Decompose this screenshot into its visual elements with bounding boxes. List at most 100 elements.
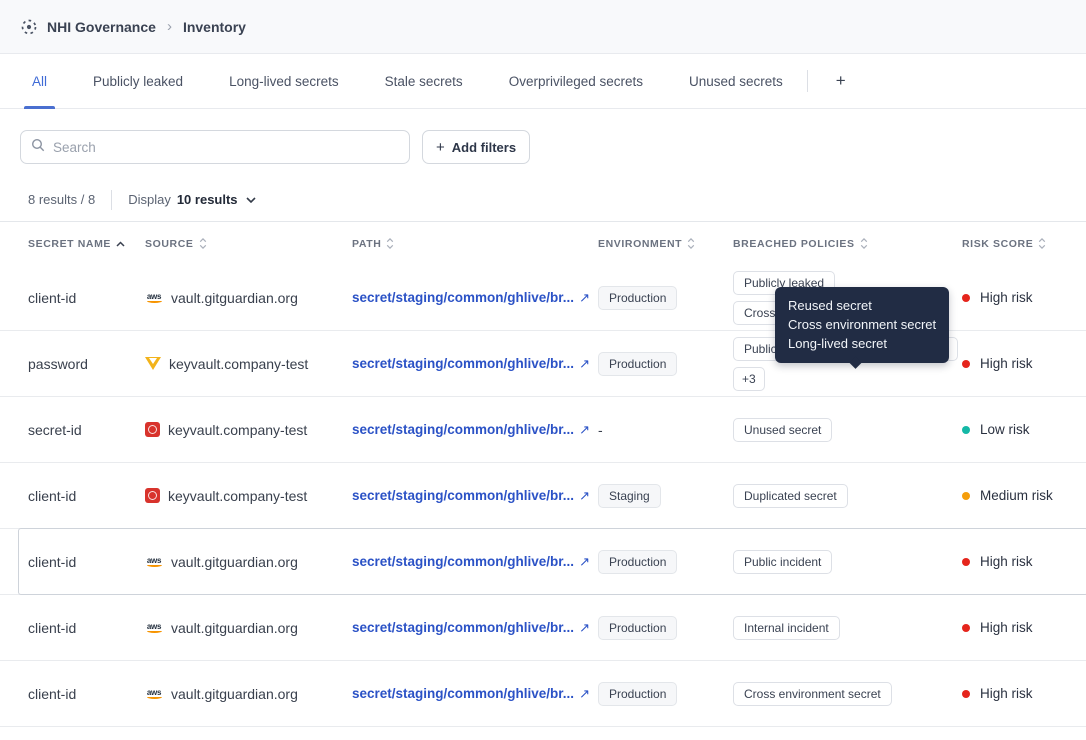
- risk-cell: High risk: [962, 620, 1086, 635]
- add-tab-button[interactable]: +: [830, 54, 852, 108]
- environment-cell: Production: [598, 549, 733, 574]
- risk-cell: Medium risk: [962, 488, 1086, 503]
- tab-publicly-leaked[interactable]: Publicly leaked: [91, 54, 185, 108]
- policy-badge: Unused secret: [733, 417, 833, 442]
- breached-policies-cell: Internal incident: [733, 615, 962, 640]
- aws-icon: aws: [146, 687, 162, 699]
- tab-all[interactable]: All: [23, 54, 56, 109]
- path-link[interactable]: secret/staging/common/ghlive/br... ↗: [352, 554, 590, 570]
- path-link[interactable]: secret/staging/common/ghlive/br... ↗: [352, 620, 590, 636]
- risk-label: High risk: [980, 620, 1033, 635]
- external-link-icon: ↗: [579, 355, 590, 371]
- risk-dot: [962, 425, 970, 434]
- display-dropdown[interactable]: Display 10 results: [128, 192, 256, 207]
- tab-stale-secrets[interactable]: Stale secrets: [383, 54, 465, 108]
- source-cell: aws vault.gitguardian.org: [145, 290, 352, 306]
- table-row[interactable]: client-id keyvault.company-test secret/s…: [0, 463, 1086, 529]
- sort-icon: [860, 238, 867, 249]
- path-link[interactable]: secret/staging/common/ghlive/br... ↗: [352, 356, 590, 372]
- risk-dot: [962, 557, 970, 566]
- column-header-breached-policies[interactable]: BREACHED POLICIES: [733, 237, 962, 250]
- path-cell: secret/staging/common/ghlive/br... ↗: [352, 620, 598, 636]
- tab-divider: [806, 70, 808, 92]
- secret-name: client-id: [28, 487, 77, 504]
- tab-bar: All Publicly leaked Long-lived secrets S…: [0, 54, 1086, 109]
- risk-cell: Low risk: [962, 422, 1086, 437]
- risk-label: Low risk: [980, 422, 1030, 437]
- search-box[interactable]: [20, 130, 410, 164]
- secret-name: secret-id: [28, 421, 82, 438]
- path-link[interactable]: secret/staging/common/ghlive/br... ↗: [352, 422, 590, 438]
- secret-name: client-id: [28, 553, 77, 570]
- results-count: 8 results / 8: [28, 192, 96, 207]
- column-header-path[interactable]: PATH: [352, 237, 598, 250]
- environment-badge: Production: [598, 285, 678, 310]
- breached-policies-cell: Duplicated secret: [733, 483, 962, 508]
- table-row[interactable]: client-id aws vault.gitguardian.org secr…: [0, 528, 1086, 595]
- tab-unused-secrets[interactable]: Unused secrets: [687, 54, 785, 108]
- external-link-icon: ↗: [579, 289, 590, 305]
- table-row[interactable]: secret-id keyvault.company-test secret/s…: [0, 397, 1086, 463]
- aws-icon: aws: [146, 291, 162, 303]
- tab-long-lived-secrets[interactable]: Long-lived secrets: [227, 54, 341, 108]
- secret-name: client-id: [28, 619, 77, 636]
- breadcrumb-app[interactable]: NHI Governance: [47, 19, 156, 35]
- table-row[interactable]: client-id aws vault.gitguardian.org secr…: [0, 595, 1086, 661]
- environment-empty: -: [598, 421, 603, 438]
- add-filters-label: Add filters: [451, 139, 517, 155]
- keyvault-app-icon: [145, 422, 160, 437]
- path-link[interactable]: secret/staging/common/ghlive/br... ↗: [352, 290, 590, 306]
- plus-icon: +: [436, 138, 445, 156]
- source-name: vault.gitguardian.org: [171, 685, 298, 702]
- column-header-secret-name[interactable]: SECRET NAME: [28, 238, 145, 250]
- search-input[interactable]: [53, 139, 399, 155]
- environment-badge: Production: [598, 615, 678, 640]
- external-link-icon: ↗: [579, 619, 590, 635]
- breadcrumb-separator-icon: ›: [166, 18, 172, 35]
- risk-cell: High risk: [962, 554, 1086, 569]
- risk-dot: [962, 359, 970, 368]
- sort-icon: [1039, 238, 1046, 249]
- environment-cell: Production: [598, 615, 733, 640]
- breached-policies-cell: Public incident: [733, 549, 962, 574]
- risk-cell: High risk: [962, 356, 1086, 371]
- column-header-risk-score[interactable]: RISK SCORE: [962, 237, 1086, 250]
- breached-policies-cell: Unused secret: [733, 417, 962, 442]
- source-cell: aws vault.gitguardian.org: [145, 686, 352, 702]
- source-cell: keyvault.company-test: [145, 356, 352, 372]
- risk-cell: High risk: [962, 686, 1086, 701]
- policy-badge: Duplicated secret: [733, 483, 848, 508]
- path-link[interactable]: secret/staging/common/ghlive/br... ↗: [352, 488, 590, 504]
- secret-name: password: [28, 355, 88, 372]
- environment-badge: Production: [598, 351, 678, 376]
- keyvault-icon: [145, 357, 161, 370]
- search-icon: [31, 138, 45, 157]
- external-link-icon: ↗: [579, 487, 590, 503]
- policy-overflow-badge[interactable]: +3: [733, 366, 765, 391]
- source-cell: keyvault.company-test: [145, 488, 352, 504]
- policy-badge: Public incident: [733, 549, 833, 574]
- secret-name: client-id: [28, 289, 77, 306]
- column-header-environment[interactable]: ENVIRONMENT: [598, 237, 733, 250]
- source-cell: aws vault.gitguardian.org: [145, 554, 352, 570]
- column-header-source[interactable]: SOURCE: [145, 237, 352, 250]
- results-bar: 8 results / 8 Display 10 results: [0, 178, 1086, 221]
- tooltip-line: Cross environment secret: [788, 317, 937, 332]
- results-divider: [111, 189, 113, 210]
- tab-overprivileged-secrets[interactable]: Overprivileged secrets: [507, 54, 645, 108]
- source-name: keyvault.company-test: [169, 355, 309, 372]
- path-link[interactable]: secret/staging/common/ghlive/br... ↗: [352, 686, 590, 702]
- orbit-logo-icon: [20, 18, 38, 36]
- external-link-icon: ↗: [579, 421, 590, 437]
- source-name: vault.gitguardian.org: [171, 619, 298, 636]
- source-name: keyvault.company-test: [168, 487, 308, 504]
- source-name: vault.gitguardian.org: [171, 553, 298, 570]
- path-cell: secret/staging/common/ghlive/br... ↗: [352, 554, 598, 570]
- add-filters-button[interactable]: + Add filters: [422, 130, 531, 164]
- risk-cell: High risk: [962, 290, 1086, 305]
- table-row[interactable]: client-id aws vault.gitguardian.org secr…: [0, 661, 1086, 727]
- risk-label: High risk: [980, 356, 1033, 371]
- risk-label: Medium risk: [980, 488, 1053, 503]
- source-name: keyvault.company-test: [168, 421, 308, 438]
- environment-badge: Production: [598, 549, 678, 574]
